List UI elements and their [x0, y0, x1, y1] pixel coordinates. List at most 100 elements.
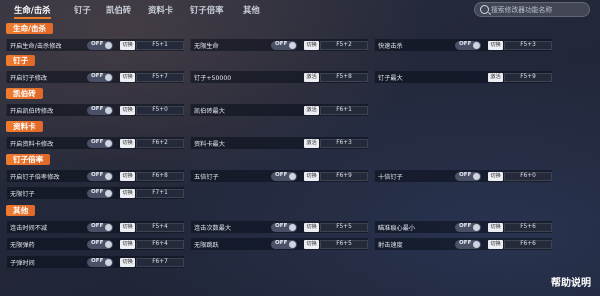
- mod-label: 快速击杀: [378, 42, 403, 50]
- switch-button[interactable]: 切换: [120, 105, 135, 115]
- hotkey-field[interactable]: F5+6: [504, 222, 552, 232]
- section-nail-multiplier: 钉子倍率: [6, 154, 51, 165]
- search-box[interactable]: [474, 2, 590, 17]
- hotkey-field[interactable]: F5+3: [504, 40, 552, 50]
- mod-row: 无限生命 OFF 切换 F5+2: [190, 39, 368, 51]
- search-input[interactable]: [491, 4, 587, 15]
- mod-label: 瞄准痕心最小: [378, 224, 416, 232]
- mod-row: 连击时间不减 OFF 切换 F5+4: [6, 221, 184, 233]
- mod-toggle[interactable]: OFF: [455, 222, 481, 232]
- hotkey-field[interactable]: F5+1: [136, 40, 184, 50]
- hotkey-field[interactable]: F6+8: [136, 171, 184, 181]
- hotkey-field[interactable]: F7+1: [136, 188, 184, 198]
- mod-toggle[interactable]: OFF: [455, 171, 481, 181]
- mod-toggle[interactable]: OFF: [271, 222, 297, 232]
- activate-button[interactable]: 激活: [488, 72, 503, 82]
- hotkey-field[interactable]: F5+2: [320, 40, 368, 50]
- hotkey-field[interactable]: F6+7: [136, 257, 184, 267]
- toggle-knob: [105, 172, 112, 180]
- toggle-state: OFF: [459, 223, 472, 229]
- mod-row: 无限跳跃 OFF 切换 F6+5: [190, 238, 368, 250]
- help-button[interactable]: 帮助说明: [551, 274, 591, 289]
- mod-toggle[interactable]: OFF: [271, 40, 297, 50]
- hotkey-field[interactable]: F6+0: [504, 171, 552, 181]
- mod-toggle[interactable]: OFF: [87, 138, 113, 148]
- mod-row: 子弹时间 OFF 切换 F6+7: [6, 256, 184, 268]
- mod-toggle[interactable]: OFF: [87, 222, 113, 232]
- mod-toggle[interactable]: OFF: [271, 171, 297, 181]
- mod-row: 开启凯伯砖修改 OFF 切换 F5+0: [6, 104, 184, 116]
- hotkey-field[interactable]: F5+0: [136, 105, 184, 115]
- hotkey-field[interactable]: F6+1: [320, 105, 368, 115]
- switch-button[interactable]: 切换: [304, 222, 319, 232]
- switch-button[interactable]: 切换: [120, 188, 135, 198]
- switch-button[interactable]: 切换: [120, 222, 135, 232]
- hotkey-field[interactable]: F5+5: [320, 222, 368, 232]
- switch-button[interactable]: 切换: [120, 239, 135, 249]
- mod-toggle[interactable]: OFF: [87, 188, 113, 198]
- switch-button[interactable]: 切换: [120, 40, 135, 50]
- toggle-knob: [473, 240, 480, 248]
- switch-button[interactable]: 切换: [304, 171, 319, 181]
- mod-toggle[interactable]: OFF: [87, 40, 113, 50]
- switch-button[interactable]: 切换: [488, 222, 503, 232]
- switch-button[interactable]: 切换: [120, 171, 135, 181]
- mod-label: 连击次数最大: [194, 224, 232, 232]
- hotkey-field[interactable]: F5+9: [504, 72, 552, 82]
- mod-label: 十倍钉子: [378, 173, 403, 181]
- switch-button[interactable]: 切换: [304, 40, 319, 50]
- toggle-state: OFF: [91, 189, 104, 195]
- mod-row: 十倍钉子 OFF 切换 F6+0: [374, 170, 552, 182]
- hotkey-field[interactable]: F6+3: [320, 138, 368, 148]
- hotkey-field[interactable]: F6+5: [320, 239, 368, 249]
- mod-toggle[interactable]: OFF: [87, 72, 113, 82]
- switch-button[interactable]: 切换: [488, 239, 503, 249]
- mod-toggle[interactable]: OFF: [271, 239, 297, 249]
- mod-toggle[interactable]: OFF: [87, 171, 113, 181]
- hotkey-field[interactable]: F5+7: [136, 72, 184, 82]
- tab-other[interactable]: 其他: [243, 4, 260, 16]
- mod-label: 开启钉子倍率修改: [10, 173, 60, 181]
- switch-button[interactable]: 切换: [120, 257, 135, 267]
- activate-button[interactable]: 激活: [304, 72, 319, 82]
- mod-label: 无限生命: [194, 42, 219, 50]
- mod-toggle[interactable]: OFF: [455, 239, 481, 249]
- mod-label: 无限弹药: [10, 241, 35, 249]
- toggle-knob: [289, 240, 296, 248]
- tab-nails[interactable]: 钉子: [74, 4, 91, 16]
- switch-button[interactable]: 切换: [120, 72, 135, 82]
- activate-button[interactable]: 激活: [304, 105, 319, 115]
- section-data-card: 资料卡: [6, 121, 43, 132]
- hotkey-field[interactable]: F6+2: [136, 138, 184, 148]
- hotkey-field[interactable]: F6+9: [320, 171, 368, 181]
- switch-button[interactable]: 切换: [488, 171, 503, 181]
- mod-label: 开启凯伯砖修改: [10, 107, 54, 115]
- hotkey-field[interactable]: F6+4: [136, 239, 184, 249]
- toggle-knob: [473, 223, 480, 231]
- switch-button[interactable]: 切换: [120, 138, 135, 148]
- switch-button[interactable]: 切换: [304, 239, 319, 249]
- mod-row: 五倍钉子 OFF 切换 F6+9: [190, 170, 368, 182]
- tab-nail-multiplier[interactable]: 钉子倍率: [190, 4, 224, 16]
- mod-label: 五倍钉子: [194, 173, 219, 181]
- hotkey-field[interactable]: F6+6: [504, 239, 552, 249]
- mod-toggle[interactable]: OFF: [87, 239, 113, 249]
- toggle-knob: [105, 106, 112, 114]
- mod-toggle[interactable]: OFF: [455, 40, 481, 50]
- section-other: 其他: [6, 205, 36, 216]
- hotkey-field[interactable]: F5+4: [136, 222, 184, 232]
- search-icon: [480, 5, 489, 14]
- mod-toggle[interactable]: OFF: [87, 105, 113, 115]
- tab-kyber-brick[interactable]: 凯伯砖: [106, 4, 131, 16]
- mod-label: 开启资料卡修改: [10, 140, 54, 148]
- toggle-state: OFF: [91, 139, 104, 145]
- mod-row: 资料卡最大 激活 F6+3: [190, 137, 368, 149]
- hotkey-field[interactable]: F5+8: [320, 72, 368, 82]
- mod-row: 凯伯砖最大 激活 F6+1: [190, 104, 368, 116]
- tab-life-kill[interactable]: 生命/击杀: [14, 4, 51, 19]
- toggle-knob: [105, 139, 112, 147]
- tab-data-card[interactable]: 资料卡: [148, 4, 173, 16]
- activate-button[interactable]: 激活: [304, 138, 319, 148]
- mod-toggle[interactable]: OFF: [87, 257, 113, 267]
- switch-button[interactable]: 切换: [488, 40, 503, 50]
